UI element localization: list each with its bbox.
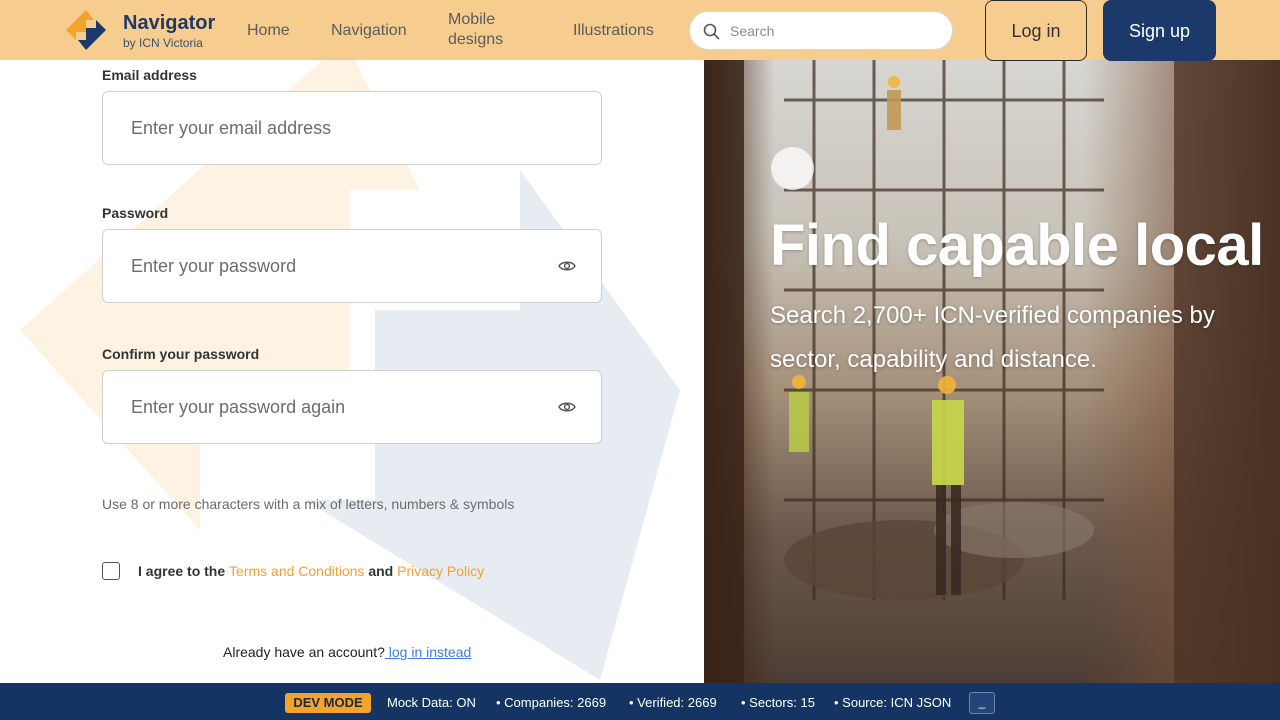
dev-source: • Source: ICN JSON — [834, 695, 952, 710]
login-instead-link[interactable]: log in instead — [385, 644, 472, 660]
search-input[interactable] — [730, 21, 940, 41]
password-hint: Use 8 or more characters with a mix of l… — [102, 496, 515, 512]
signup-button[interactable]: Sign up — [1103, 0, 1216, 61]
nav-illustrations-link[interactable]: Illustrations — [573, 21, 654, 41]
terms-link[interactable]: Terms and Conditions — [229, 563, 364, 579]
hero-title: Find capable local — [770, 213, 1264, 278]
dev-mock-data: Mock Data: ON — [387, 695, 476, 710]
search-icon — [703, 23, 720, 40]
dev-mode-bar: DEV MODE Mock Data: ON • Companies: 2669… — [0, 683, 1280, 720]
privacy-link[interactable]: Privacy Policy — [397, 563, 484, 579]
hero-circle-decoration — [771, 147, 814, 190]
dev-mode-badge: DEV MODE — [285, 693, 371, 713]
password-input[interactable] — [131, 254, 531, 278]
nav-navigation-link[interactable]: Navigation — [331, 21, 407, 41]
dev-minimize-button[interactable]: _ — [969, 692, 995, 714]
brand-subtitle: by ICN Victoria — [123, 36, 203, 50]
account-prompt: Already have an account? log in instead — [223, 644, 471, 660]
dev-verified-count: • Verified: 2669 — [629, 695, 717, 710]
nav-home-link[interactable]: Home — [247, 21, 290, 41]
confirm-password-field[interactable] — [102, 370, 602, 444]
signup-form-panel: Email address Password Confirm your pass… — [0, 60, 704, 683]
confirm-password-label: Confirm your password — [102, 346, 260, 362]
dev-companies-count: • Companies: 2669 — [496, 695, 607, 710]
email-field[interactable] — [102, 91, 602, 165]
agree-text: I agree to the Terms and Conditions and … — [138, 563, 484, 579]
confirm-password-input[interactable] — [131, 395, 531, 419]
account-prompt-text: Already have an account? — [223, 644, 385, 660]
eye-icon[interactable] — [558, 259, 576, 273]
agree-prefix: I agree to the — [138, 563, 226, 579]
email-input[interactable] — [131, 116, 531, 140]
agree-and: and — [368, 563, 394, 579]
navigator-logo-icon[interactable] — [62, 7, 110, 53]
dev-sectors-count: • Sectors: 15 — [741, 695, 815, 710]
hero-subtitle: Search 2,700+ ICN-verified companies by … — [770, 302, 1215, 373]
search-box[interactable] — [689, 11, 953, 50]
top-header: Navigator by ICN Victoria Home Navigatio… — [0, 0, 1280, 61]
login-button[interactable]: Log in — [985, 0, 1087, 61]
password-label: Password — [102, 205, 169, 221]
agree-checkbox[interactable] — [102, 562, 120, 580]
hero-image-panel: Find capable local Search 2,700+ ICN-ver… — [704, 60, 1280, 683]
email-label: Email address — [102, 67, 197, 83]
eye-icon[interactable] — [558, 400, 576, 414]
nav-mobile-designs-link[interactable]: Mobile designs — [448, 10, 528, 50]
password-field[interactable] — [102, 229, 602, 303]
brand-title[interactable]: Navigator — [123, 12, 215, 35]
